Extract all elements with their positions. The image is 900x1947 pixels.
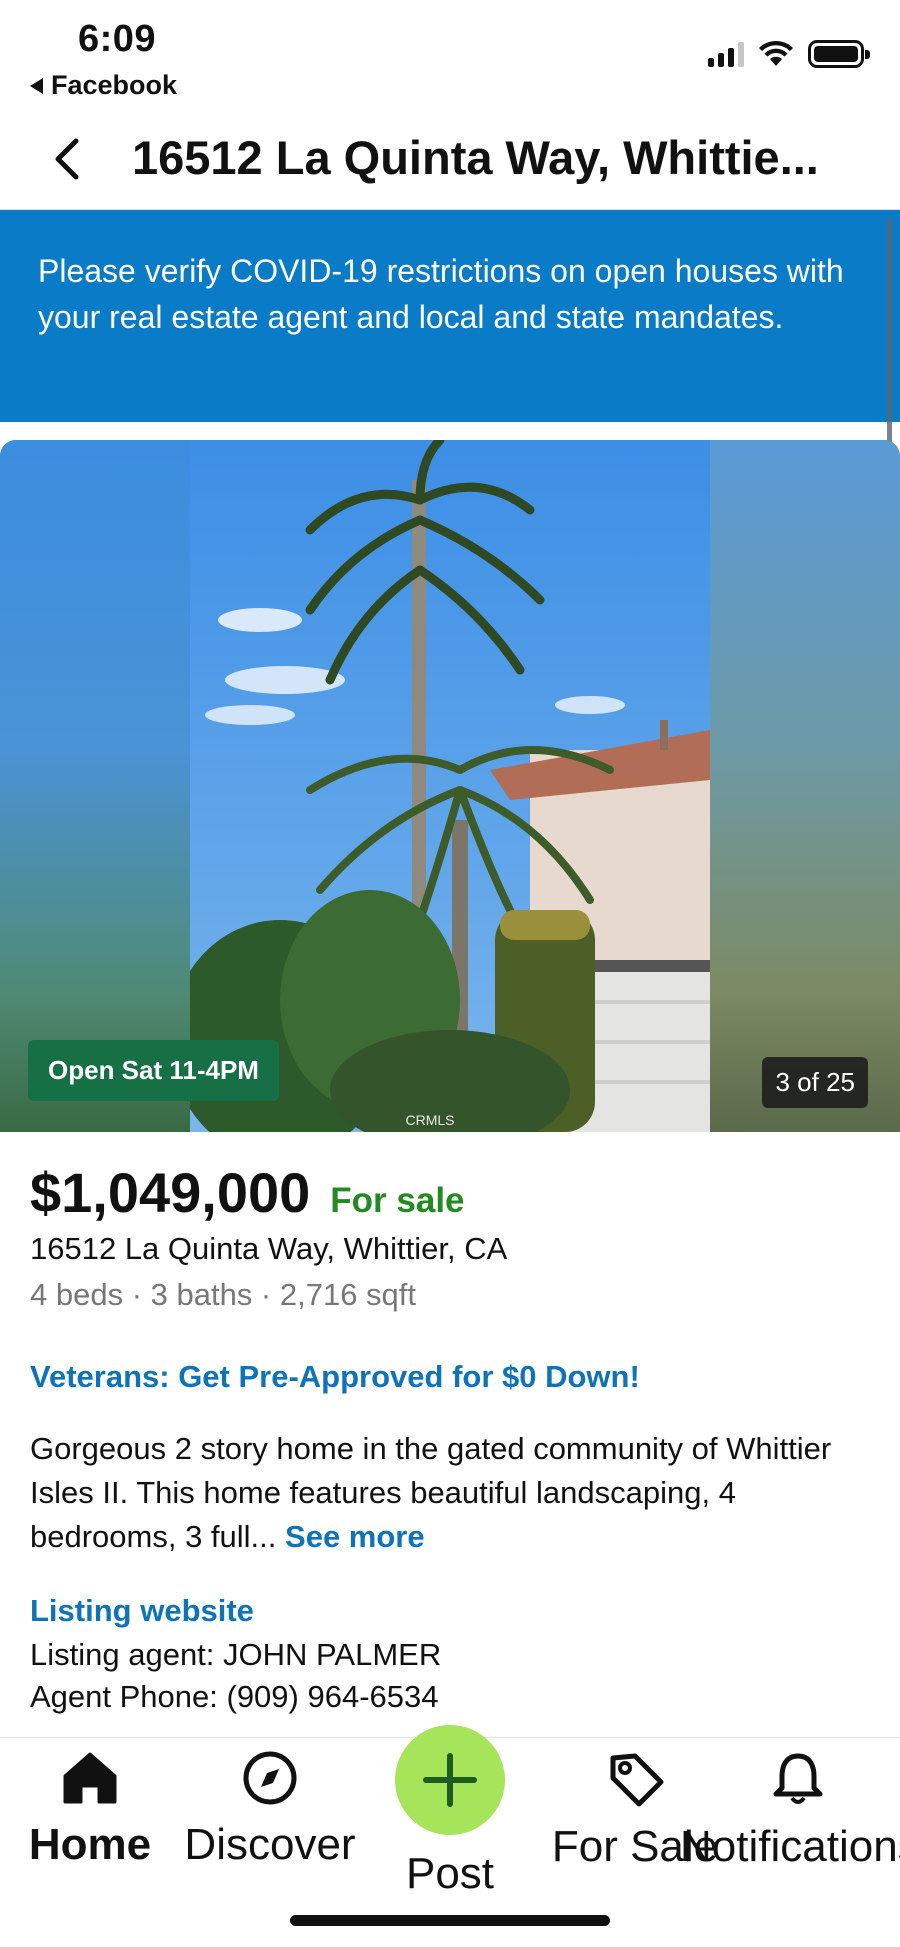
photo-counter-badge: 3 of 25: [762, 1057, 868, 1108]
battery-icon: [808, 40, 870, 68]
back-triangle-icon: [30, 77, 43, 94]
post-button[interactable]: [395, 1725, 505, 1835]
price-row: $1,049,000 For sale: [30, 1160, 870, 1225]
home-indicator[interactable]: [290, 1915, 610, 1926]
status-icons: [708, 40, 870, 68]
listing-address: 16512 La Quinta Way, Whittier, CA: [30, 1231, 508, 1266]
photo-watermark: CRMLS: [405, 1112, 454, 1128]
home-icon: [63, 1752, 117, 1804]
plus-icon: [423, 1753, 477, 1807]
nav-home[interactable]: Home: [20, 1750, 160, 1870]
listing-status: For sale: [330, 1181, 465, 1220]
nav-discover[interactable]: Discover: [184, 1750, 356, 1870]
photo-blur-right: [710, 440, 900, 1132]
covid-notice-banner: Please verify COVID-19 restrictions on o…: [0, 210, 900, 422]
bell-icon: [773, 1753, 823, 1804]
listing-photo: CRMLS: [190, 440, 710, 1132]
price-tag-icon: [610, 1753, 664, 1807]
nav-home-label: Home: [28, 1820, 152, 1869]
listing-facts: 4 beds · 3 baths · 2,716 sqft: [30, 1277, 417, 1312]
chevron-left-icon: [55, 138, 79, 180]
compass-icon: [243, 1751, 297, 1805]
listing-agent: Listing agent: JOHN PALMER: [30, 1637, 442, 1672]
back-to-app-link[interactable]: Facebook: [30, 70, 177, 101]
page-header: 16512 La Quinta Way, Whittie...: [0, 110, 900, 210]
listing-price: $1,049,000: [30, 1161, 311, 1224]
description-text: Gorgeous 2 story home in the gated commu…: [30, 1431, 832, 1554]
see-more-link[interactable]: See more: [285, 1519, 425, 1554]
nav-discover-label: Discover: [184, 1820, 356, 1869]
agent-phone[interactable]: Agent Phone: (909) 964-6534: [30, 1679, 870, 1715]
photo-blur-left: [0, 440, 190, 1132]
cellular-signal-icon: [708, 41, 744, 67]
status-time: 6:09: [78, 18, 157, 60]
nav-post-label: Post: [405, 1849, 495, 1898]
listing-details: $1,049,000 For sale 16512 La Quinta Way,…: [30, 1160, 870, 1715]
nav-notifications[interactable]: Notifications: [680, 1750, 900, 1872]
listing-website-link[interactable]: Listing website: [30, 1593, 870, 1629]
wifi-icon: [759, 40, 793, 66]
banner-text: Please verify COVID-19 restrictions on o…: [38, 253, 844, 335]
listing-photo-carousel[interactable]: CRMLS Open Sat 11-4PM 3 of 25: [0, 440, 900, 1132]
back-button[interactable]: [42, 134, 92, 184]
nav-notifications-label: Notifications: [680, 1822, 900, 1871]
back-app-label: Facebook: [51, 70, 178, 100]
veterans-preapproval-link[interactable]: Veterans: Get Pre-Approved for $0 Down!: [30, 1359, 870, 1395]
nav-post[interactable]: Post: [385, 1725, 515, 1899]
listing-description: Gorgeous 2 story home in the gated commu…: [30, 1427, 870, 1559]
open-house-badge: Open Sat 11-4PM: [28, 1040, 279, 1101]
page-title: 16512 La Quinta Way, Whittie...: [132, 131, 819, 184]
status-bar: 6:09 Facebook: [0, 0, 900, 110]
